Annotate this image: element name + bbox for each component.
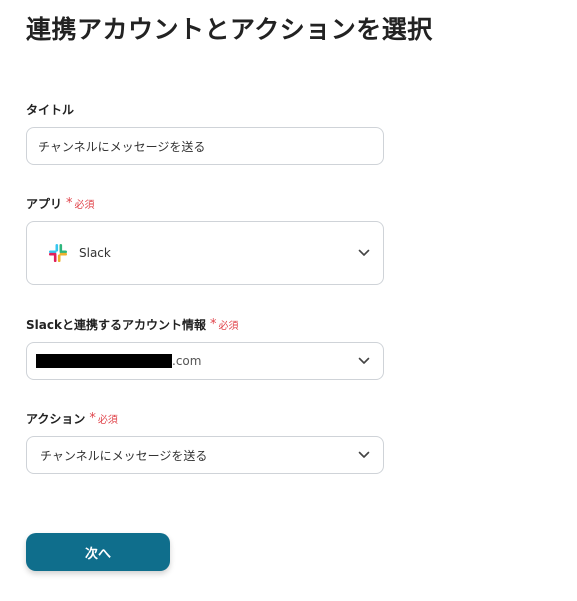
app-select-value: Slack <box>79 246 111 260</box>
account-required-text: 必須 <box>218 321 239 332</box>
action-select-value: チャンネルにメッセージを送る <box>40 448 208 463</box>
title-label-text: タイトル <box>26 103 75 117</box>
account-domain-suffix: .com <box>172 354 202 368</box>
redacted-account-block <box>36 354 172 368</box>
action-required-badge: * 必須 <box>89 411 118 426</box>
account-field-label: Slackと連携するアカウント情報 * 必須 <box>26 316 238 333</box>
action-label-text: アクション <box>26 412 86 426</box>
title-input-value: チャンネルにメッセージを送る <box>38 139 206 154</box>
chevron-down-icon <box>358 249 370 256</box>
app-field-label: アプリ * 必須 <box>26 195 95 212</box>
app-required-badge: * 必須 <box>66 196 95 211</box>
required-asterisk-icon: * <box>89 411 96 426</box>
page-title: 連携アカウントとアクションを選択 <box>26 15 433 44</box>
app-label-text: アプリ <box>26 197 63 211</box>
next-button[interactable]: 次へ <box>26 533 170 571</box>
title-input[interactable]: チャンネルにメッセージを送る <box>26 127 384 165</box>
account-select[interactable]: .com <box>26 342 384 380</box>
slack-logo-icon <box>49 244 67 262</box>
app-select[interactable]: Slack <box>26 221 384 285</box>
account-label-text: Slackと連携するアカウント情報 <box>26 318 206 332</box>
chevron-down-icon <box>358 451 370 458</box>
action-select[interactable]: チャンネルにメッセージを送る <box>26 436 384 474</box>
chevron-down-icon <box>358 357 370 364</box>
title-field-label: タイトル <box>26 101 74 118</box>
required-asterisk-icon: * <box>209 317 217 332</box>
required-asterisk-icon: * <box>66 196 73 211</box>
account-required-badge: * 必須 <box>210 317 239 332</box>
app-required-text: 必須 <box>74 200 95 211</box>
action-field-label: アクション * 必須 <box>26 410 118 427</box>
action-required-text: 必須 <box>97 415 118 426</box>
